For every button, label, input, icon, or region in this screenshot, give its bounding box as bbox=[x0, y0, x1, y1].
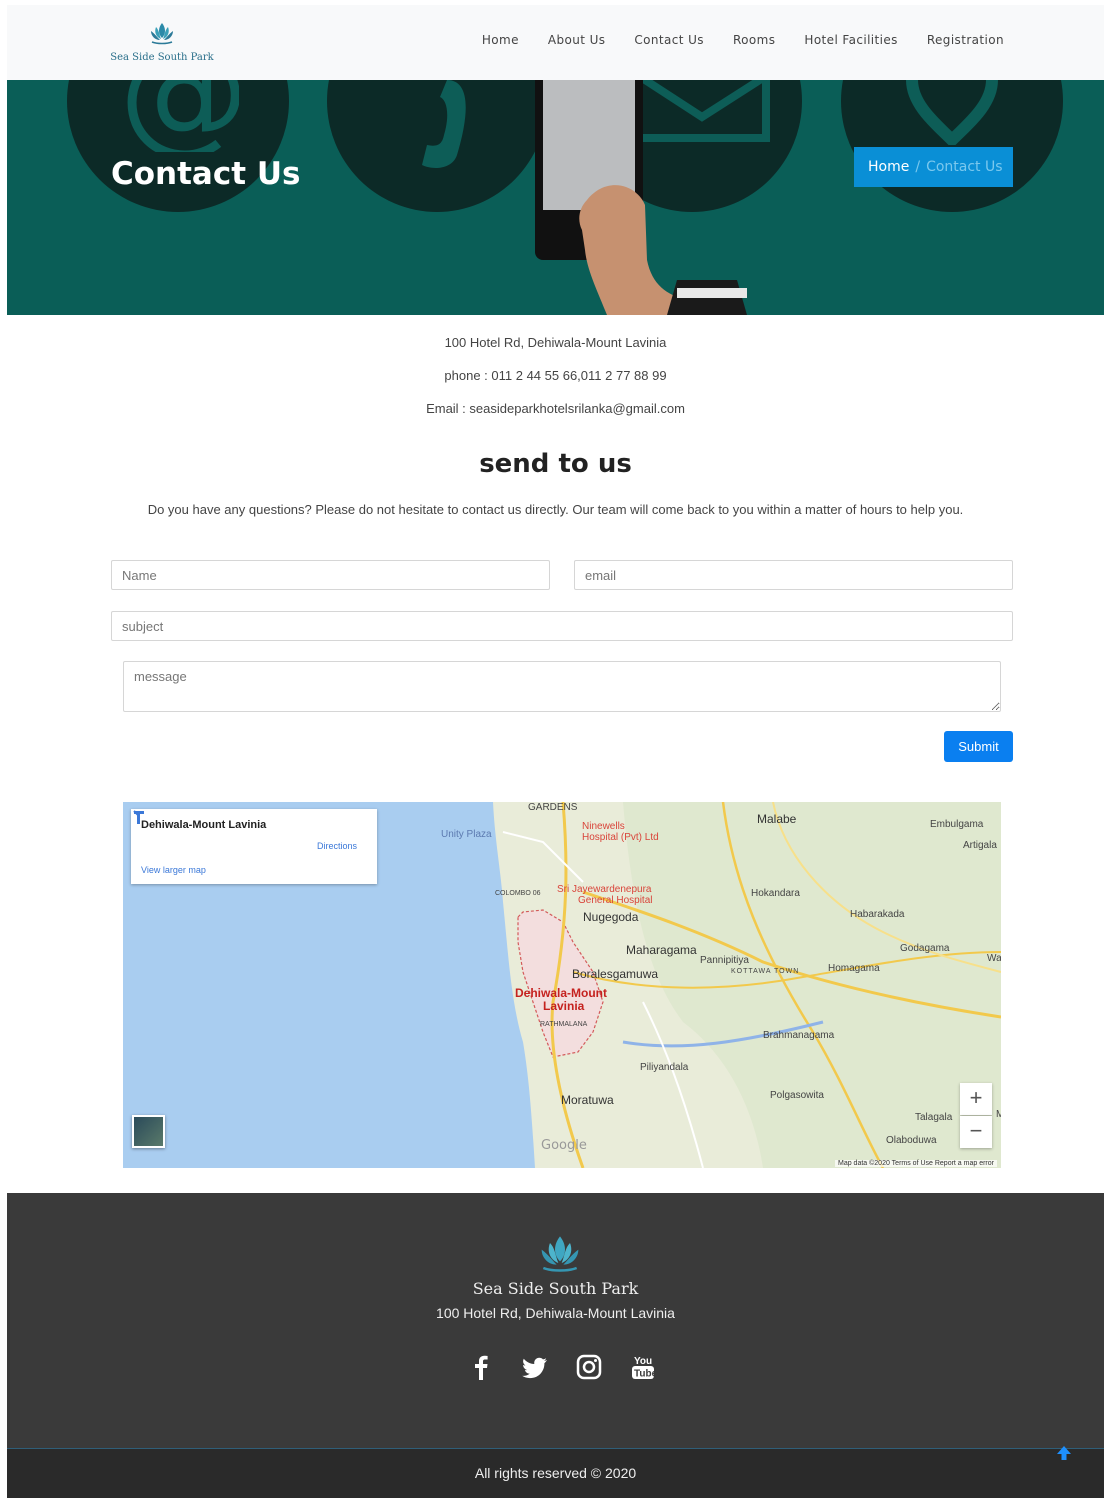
copyright-text: All rights reserved © 2020 bbox=[474, 1465, 637, 1481]
form-intro: Do you have any questions? Please do not… bbox=[147, 502, 964, 517]
footer-brand-name: Sea Side South Park bbox=[472, 1279, 639, 1298]
email-input[interactable] bbox=[574, 560, 1013, 590]
copyright-bar: All rights reserved © 2020 bbox=[7, 1446, 1104, 1498]
subject-input[interactable] bbox=[111, 611, 1013, 641]
map-label-ninewells-2: Hospital (Pvt) Ltd bbox=[582, 832, 659, 843]
google-map-embed[interactable]: GARDENS Unity Plaza Ninewells Hospital (… bbox=[123, 802, 1001, 1168]
social-links: You Tube bbox=[467, 1353, 658, 1381]
nav-registration[interactable]: Registration bbox=[927, 33, 1004, 47]
directions-link[interactable]: Directions bbox=[317, 841, 357, 851]
page: Sea Side South Park Home About Us Contac… bbox=[7, 5, 1104, 1498]
hero-banner: @ Contact Us Home / Contact Us bbox=[7, 80, 1104, 315]
svg-text:Tube: Tube bbox=[634, 1369, 657, 1380]
map-attribution[interactable]: Map data ©2020 Terms of Use Report a map… bbox=[835, 1160, 997, 1167]
breadcrumb-current: Contact Us bbox=[926, 159, 1003, 175]
map-label-olaboduwa: Olaboduwa bbox=[886, 1135, 937, 1146]
main-nav: Home About Us Contact Us Rooms Hotel Fac… bbox=[482, 33, 1004, 47]
instagram-icon[interactable] bbox=[575, 1353, 603, 1381]
map-label-homagama: Homagama bbox=[828, 963, 880, 974]
form-title: send to us bbox=[479, 449, 632, 479]
lotus-logo-icon bbox=[541, 1236, 579, 1272]
map-info-card: Dehiwala-Mount Lavinia Directions View l… bbox=[131, 809, 377, 884]
map-label-gardens: GARDENS bbox=[528, 802, 578, 813]
youtube-icon[interactable]: You Tube bbox=[629, 1353, 658, 1381]
logo-text: Sea Side South Park bbox=[110, 52, 214, 63]
map-place-title: Dehiwala-Mount Lavinia bbox=[141, 819, 267, 831]
map-label-rathmalana: RATHMALANA bbox=[540, 1021, 588, 1028]
map-label-ninewells: Ninewells bbox=[582, 821, 625, 832]
map-label-hokandara: Hokandara bbox=[751, 888, 800, 899]
lotus-logo-icon bbox=[151, 23, 173, 45]
map-label-godagama: Godagama bbox=[900, 943, 950, 954]
map-label-nugegoda: Nugegoda bbox=[583, 910, 639, 924]
zoom-in-button[interactable]: + bbox=[960, 1083, 992, 1115]
map-label-polgasowita: Polgasowita bbox=[770, 1090, 824, 1101]
map-label-maharagama: Maharagama bbox=[626, 943, 697, 957]
map-label-piliyandala: Piliyandala bbox=[640, 1062, 689, 1073]
twitter-icon[interactable] bbox=[521, 1353, 549, 1381]
map-label-talagala: Talagala bbox=[915, 1112, 953, 1123]
svg-text:You: You bbox=[634, 1356, 652, 1367]
map-label-boralesgamuwa: Boralesgamuwa bbox=[572, 967, 659, 981]
contact-email: Email : seasideparkhotelsrilanka@gmail.c… bbox=[426, 401, 685, 416]
map-label-jayawardenepura: Sri Jayewardenepura bbox=[557, 884, 652, 895]
hand-with-phone-illustration bbox=[535, 80, 747, 315]
map-label-jayawardenepura-2: General Hospital bbox=[578, 895, 653, 906]
page-title: Contact Us bbox=[111, 156, 301, 192]
name-input[interactable] bbox=[111, 560, 550, 590]
view-larger-map-link[interactable]: View larger map bbox=[141, 865, 206, 875]
header: Sea Side South Park Home About Us Contac… bbox=[7, 5, 1104, 80]
message-textarea[interactable] bbox=[123, 661, 1001, 712]
footer-address: 100 Hotel Rd, Dehiwala-Mount Lavinia bbox=[436, 1305, 675, 1321]
map-label-artigala: Artigala bbox=[963, 840, 997, 851]
breadcrumb-separator: / bbox=[915, 159, 921, 175]
footer: Sea Side South Park 100 Hotel Rd, Dehiwa… bbox=[7, 1193, 1104, 1448]
map-label-unity-plaza: Unity Plaza bbox=[441, 829, 492, 840]
map-label-malabe: Malabe bbox=[757, 812, 797, 826]
at-sign-icon: @ bbox=[119, 80, 239, 152]
map-label-habarakada: Habarakada bbox=[850, 909, 905, 920]
map-label-embulgama: Embulgama bbox=[930, 819, 984, 830]
zoom-out-button[interactable]: − bbox=[960, 1116, 992, 1148]
nav-hotel-facilities[interactable]: Hotel Facilities bbox=[804, 33, 897, 47]
directions-icon[interactable] bbox=[131, 809, 147, 825]
phone-handset-icon bbox=[422, 80, 466, 168]
breadcrumb-home[interactable]: Home bbox=[868, 159, 909, 175]
map-label-colombo: COLOMBO 06 bbox=[495, 890, 541, 897]
map-label-dehiwala: Dehiwala-Mount bbox=[515, 986, 607, 1000]
map-label-dehiwala-2: Lavinia bbox=[543, 999, 585, 1013]
map-label-moratuwa: Moratuwa bbox=[561, 1093, 614, 1107]
scroll-to-top-icon[interactable] bbox=[1054, 1443, 1074, 1463]
map-label-pannipitiya: Pannipitiya bbox=[700, 955, 749, 966]
submit-button[interactable]: Submit bbox=[944, 731, 1013, 762]
nav-rooms[interactable]: Rooms bbox=[733, 33, 775, 47]
breadcrumb: Home / Contact Us bbox=[854, 147, 1013, 187]
svg-text:@: @ bbox=[119, 80, 239, 152]
satellite-toggle[interactable] bbox=[132, 1115, 165, 1148]
logo[interactable]: Sea Side South Park bbox=[107, 21, 217, 63]
nav-contact-us[interactable]: Contact Us bbox=[634, 33, 704, 47]
location-pin-icon bbox=[906, 80, 998, 145]
nav-home[interactable]: Home bbox=[482, 33, 519, 47]
map-label-m: M bbox=[996, 1109, 1001, 1120]
contact-phone: phone : 011 2 44 55 66,011 2 77 88 99 bbox=[444, 368, 667, 383]
map-label-wa: Wa bbox=[987, 953, 1001, 964]
map-label-brahmanagama: Brahmanagama bbox=[763, 1030, 835, 1041]
nav-about-us[interactable]: About Us bbox=[548, 33, 606, 47]
contact-address: 100 Hotel Rd, Dehiwala-Mount Lavinia bbox=[444, 335, 667, 350]
facebook-icon[interactable] bbox=[467, 1353, 495, 1381]
google-logo: Google bbox=[541, 1138, 587, 1153]
map-label-kottawa: KOTTAWA TOWN bbox=[731, 968, 800, 975]
